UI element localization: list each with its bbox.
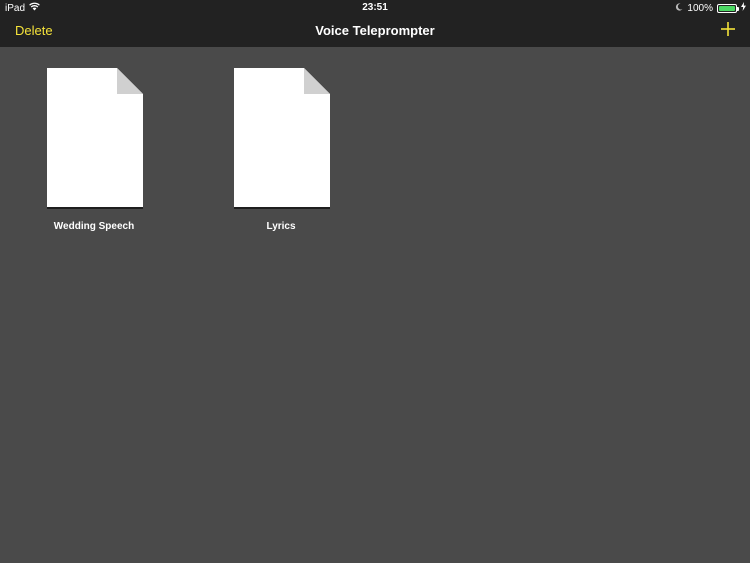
document-label: Lyrics: [266, 221, 296, 232]
document-item-wedding-speech[interactable]: Wedding Speech: [19, 68, 169, 238]
battery-percent: 100%: [687, 2, 713, 14]
document-item-lyrics[interactable]: Lyrics: [206, 68, 356, 238]
document-icon: [47, 68, 143, 207]
status-time: 23:51: [362, 2, 388, 13]
screen: iPad 23:51 100% Delete Voice Teleprompte…: [0, 0, 750, 563]
status-bar: iPad 23:51 100%: [0, 0, 750, 15]
battery-tip: [737, 6, 739, 11]
moon-icon: [675, 2, 683, 14]
delete-button[interactable]: Delete: [15, 23, 53, 38]
status-right: 100%: [675, 2, 746, 14]
navigation-bar: Delete Voice Teleprompter: [0, 15, 750, 47]
document-label: Wedding Speech: [53, 221, 135, 232]
page-title: Voice Teleprompter: [315, 23, 435, 38]
battery-icon: [717, 3, 739, 13]
battery-fill: [719, 5, 735, 11]
charging-icon: [741, 2, 746, 14]
document-icon: [234, 68, 330, 207]
plus-icon: [721, 22, 735, 36]
add-document-button[interactable]: [720, 21, 736, 37]
